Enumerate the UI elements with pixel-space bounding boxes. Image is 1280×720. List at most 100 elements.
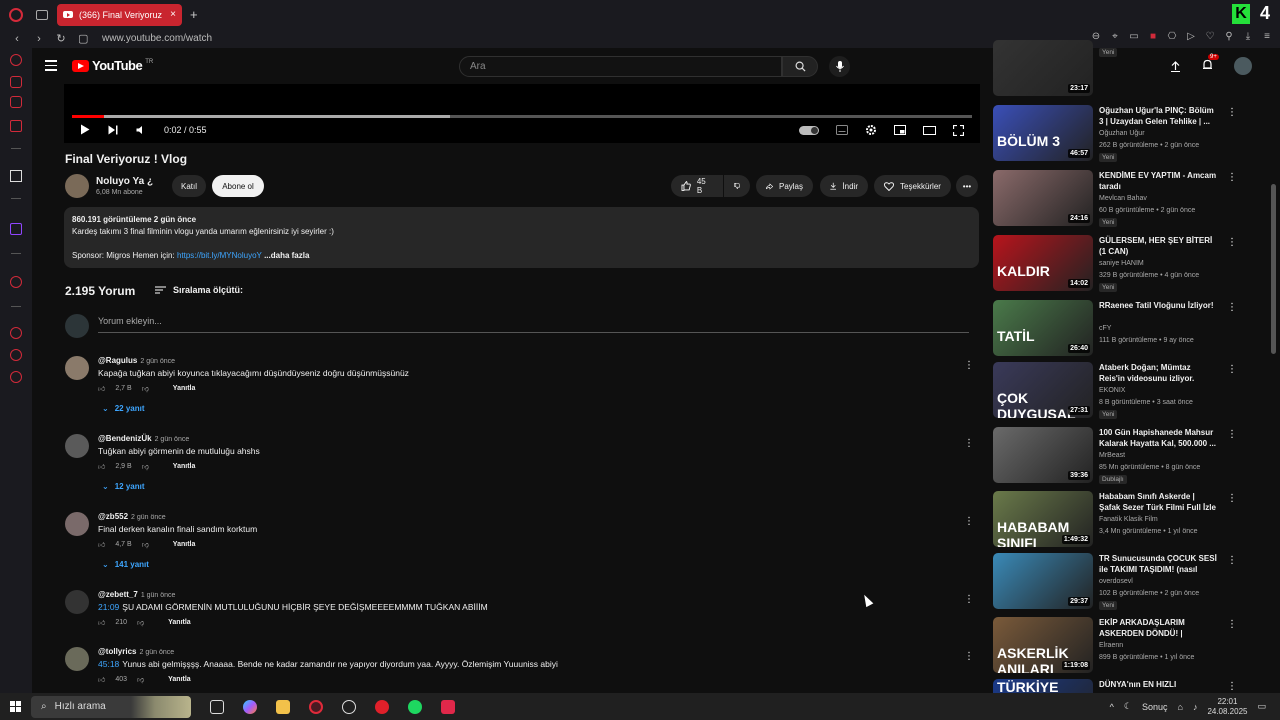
fullscreen-icon[interactable] [953,124,964,136]
recommended-title[interactable]: Ataberk Doğan; Mümtaz Reis'in videosunu … [1099,362,1217,384]
comment-like-icon[interactable]: 👍︎ [98,462,105,471]
recommended-channel[interactable]: overdosevl [1099,578,1133,585]
sidebar-twitch-icon[interactable] [10,223,22,235]
commenter-name[interactable]: @Ragulus [98,356,137,365]
url-field[interactable]: www.youtube.com/watch [102,33,212,44]
recommended-channel[interactable]: Mevlcan Bahav [1099,195,1147,202]
recommended-channel[interactable]: cFY [1099,325,1111,332]
comment-timestamp-link[interactable]: 21:09 [98,602,119,612]
active-tab[interactable]: (366) Final Veriyoruz ! Vlog × [57,3,182,26]
video-more-icon[interactable]: ⋮ [1227,237,1237,248]
video-player[interactable]: 0:02 / 0:55 [64,84,980,143]
video-thumbnail[interactable]: TÜRKİYE TARİHİNİN [993,679,1093,693]
comment-more-icon[interactable]: ⋮ [964,360,974,371]
progress-bar[interactable] [72,115,972,118]
comment-like-icon[interactable]: 👍︎ [98,618,105,627]
search-input[interactable] [470,61,781,72]
video-more-icon[interactable]: ⋮ [1227,107,1237,118]
comment-more-icon[interactable]: ⋮ [964,594,974,605]
recommended-title[interactable]: KENDİME EV YAPTIM - Amcam taradı [1099,170,1217,192]
settings-gear-icon[interactable] [865,124,877,136]
commenter-name[interactable]: @zebett_7 [98,590,138,599]
sponsor-link[interactable]: https://bit.ly/MYNoluyoY [177,251,262,260]
recommended-video[interactable]: 23:17 Yeni [993,40,1243,96]
weather-text[interactable]: Sonuç [1142,702,1168,712]
tab-manager-icon[interactable] [36,9,48,20]
comment-timestamp-link[interactable]: 45:18 [98,659,119,669]
recommended-title[interactable]: DÜNYA'nın EN HIZLI [1099,679,1217,690]
theater-mode-icon[interactable] [923,125,936,135]
comment-dislike-icon[interactable]: 👎︎ [142,384,149,393]
volume-icon[interactable]: ♪ [1193,702,1198,712]
video-more-icon[interactable]: ⋮ [1227,555,1237,566]
channel-name[interactable]: Noluyo Ya ¿ [96,176,153,187]
video-thumbnail[interactable]: KALDIR 14:02 [993,235,1093,291]
comment-more-icon[interactable]: ⋮ [964,438,974,449]
video-thumbnail[interactable]: 29:37 [993,553,1093,609]
subtitles-icon[interactable] [836,125,848,135]
sidebar-player-icon[interactable] [10,276,22,288]
close-tab-icon[interactable]: × [170,9,176,20]
commenter-avatar[interactable] [65,356,89,380]
opera-logo-icon[interactable] [9,7,23,22]
reply-button[interactable]: Yanıtla [173,463,196,470]
subscribe-button[interactable]: Abone ol [212,175,264,197]
commenter-avatar[interactable] [65,434,89,458]
commenter-name[interactable]: @BendenizÜk [98,434,152,443]
video-more-icon[interactable]: ⋮ [1227,302,1237,313]
recommended-video[interactable]: TÜRKİYE TARİHİNİN DÜNYA'nın EN HIZLI ⋮ [993,679,1243,693]
youtube-logo[interactable]: YouTube TR [72,58,153,73]
back-icon[interactable]: ‹ [12,33,22,45]
opera-gx-icon[interactable] [375,699,389,714]
commenter-avatar[interactable] [65,647,89,671]
reply-button[interactable]: Yanıtla [168,619,191,626]
video-thumbnail[interactable]: 24:16 [993,170,1093,226]
recommended-title[interactable]: 100 Gün Hapishanede Mahsur Kalarak Hayat… [1099,427,1217,449]
reload-icon[interactable]: ↻ [56,32,66,45]
search-button[interactable] [782,56,818,77]
file-explorer-icon[interactable] [276,699,290,714]
sidebar-extensions-icon[interactable] [10,349,22,361]
download-button[interactable]: İndir [820,175,868,197]
commenter-avatar[interactable] [65,512,89,536]
sidebar-settings-icon[interactable] [10,371,22,383]
video-more-icon[interactable]: ⋮ [1227,681,1237,692]
notification-center-icon[interactable]: ▭ [1257,701,1266,712]
dislike-button[interactable] [724,175,750,197]
recommended-title[interactable]: GÜLERSEM, HER ŞEY BİTERİ (1 CAN) [1099,235,1217,257]
comment-like-icon[interactable]: 👍︎ [98,384,105,393]
commenter-avatar[interactable] [65,590,89,614]
video-thumbnail[interactable]: BÖLÜM 3 46:57 [993,105,1093,161]
recommended-channel[interactable]: Elraenn [1099,642,1123,649]
opera-taskbar-icon[interactable] [309,699,323,714]
recommended-video[interactable]: 39:36 100 Gün Hapishanede Mahsur Kalarak … [993,427,1243,484]
chevron-up-icon[interactable]: ^ [1110,702,1114,712]
view-replies-button[interactable]: ⌄ 141 yanıt [102,560,149,569]
voice-search-button[interactable] [829,56,850,77]
comment-like-icon[interactable]: 👍︎ [98,675,105,684]
video-thumbnail[interactable]: 39:36 [993,427,1093,483]
recommended-video[interactable]: HABABAM SINIFI 1:49:32 Hababam Sınıfı Aske… [993,491,1243,547]
recommended-title[interactable]: Oğuzhan Uğur'la PINÇ: Bölüm 3 | Uzaydan … [1099,105,1217,127]
video-thumbnail[interactable]: ASKERLİK ANILARI 1:19:08 [993,617,1093,673]
recommended-title[interactable]: Hababam Sınıfı Askerde | Şafak Sezer Tür… [1099,491,1217,513]
comment-dislike-icon[interactable]: 👎︎ [142,462,149,471]
volume-icon[interactable] [136,125,146,135]
download-icon[interactable]: ⤓ [1243,32,1253,42]
thanks-button[interactable]: Teşekkürler [874,175,951,197]
recommended-video[interactable]: BÖLÜM 3 46:57 Oğuzhan Uğur'la PINÇ: Bölüm … [993,105,1243,162]
comment-dislike-icon[interactable]: 👎︎ [142,540,149,549]
miniplayer-icon[interactable] [894,125,906,135]
spotify-icon[interactable] [408,699,422,714]
recommended-channel[interactable]: EKONIX [1099,387,1125,394]
kick-extension-icon[interactable]: K [1231,3,1250,24]
commenter-name[interactable]: @zb552 [98,512,128,521]
comment-dislike-icon[interactable]: 👎︎ [137,675,144,684]
recommended-channel[interactable]: Fanatik Klasik Film [1099,516,1158,523]
next-icon[interactable] [108,125,118,135]
taskbar-search[interactable]: ⌕ Hızlı arama [31,695,191,718]
network-icon[interactable]: ⌂ [1178,702,1183,712]
new-tab-icon[interactable]: + [190,7,198,22]
sidebar-whatsapp-icon[interactable] [10,96,22,108]
sidebar-news-icon[interactable] [10,120,22,132]
